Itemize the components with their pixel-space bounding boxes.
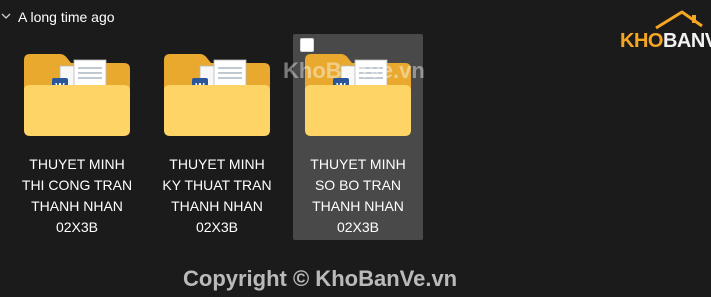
watermark-text: KhoBanVe.vn bbox=[283, 58, 425, 83]
folder-tile-2[interactable]: W THUYET MINH KY THUAT TRAN THANH NHAN 0… bbox=[152, 34, 282, 240]
folder-tile-1[interactable]: W THUYET MINH THI CONG TRAN THANH NHAN 0… bbox=[12, 34, 142, 240]
folder-with-documents-icon: W bbox=[164, 54, 270, 136]
khobanve-logo: KHOBANVE bbox=[612, 10, 711, 54]
folder-name[interactable]: THUYET MINH SO BO TRAN THANH NHAN 02X3B bbox=[293, 154, 423, 238]
folder-name[interactable]: THUYET MINH KY THUAT TRAN THANH NHAN 02X… bbox=[152, 154, 282, 238]
logo-text: KHOBANVE bbox=[620, 30, 711, 52]
group-label: A long time ago bbox=[18, 9, 115, 25]
folder-name[interactable]: THUYET MINH THI CONG TRAN THANH NHAN 02X… bbox=[12, 154, 142, 238]
copyright-watermark: Copyright © KhoBanVe.vn bbox=[183, 266, 458, 291]
folder-with-documents-icon: W bbox=[24, 54, 130, 136]
chevron-down-icon[interactable] bbox=[1, 11, 11, 21]
